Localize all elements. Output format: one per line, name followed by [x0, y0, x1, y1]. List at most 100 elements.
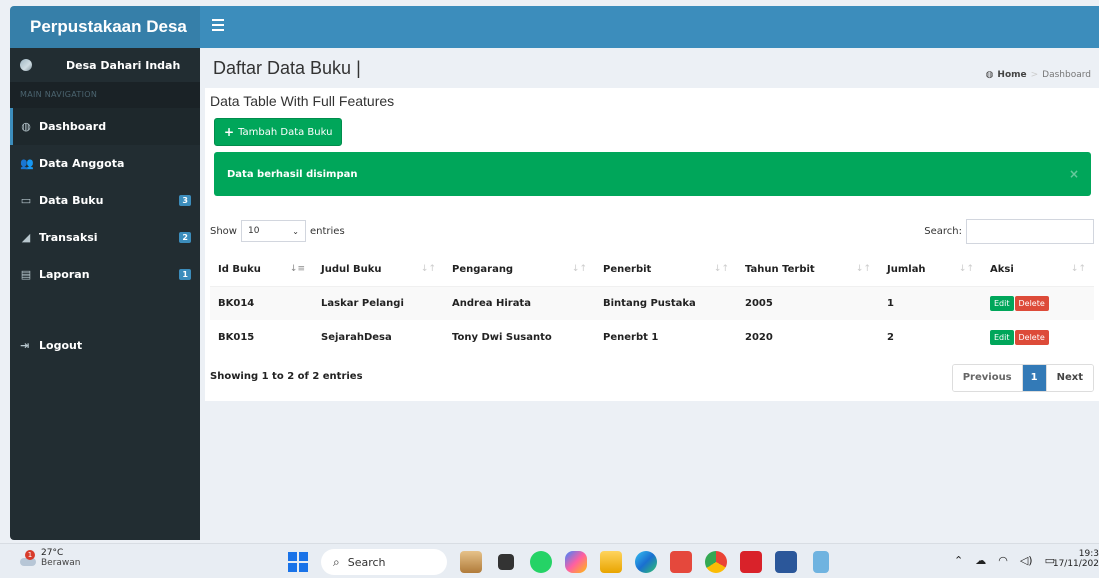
length-control: Show 10 ⌄ entries: [210, 220, 345, 242]
word-icon[interactable]: [775, 551, 797, 573]
copilot-icon[interactable]: [565, 551, 587, 573]
file-icon: ▤: [20, 268, 32, 281]
count-badge: 3: [179, 195, 191, 206]
weather-icon: 1: [20, 550, 36, 566]
nav-divider: [10, 293, 200, 327]
dashboard-icon: ◍: [985, 70, 994, 80]
plus-icon: +: [224, 125, 235, 139]
user-name: Desa Dahari Indah: [66, 58, 181, 72]
whatsapp-icon[interactable]: [530, 551, 552, 573]
sidebar-item-data-buku[interactable]: ▭ Data Buku 3: [10, 182, 200, 219]
taskbar-search[interactable]: ⌕ Search: [321, 549, 447, 575]
deer-app-icon[interactable]: [460, 551, 482, 573]
content-header: Daftar Data Buku | ◍ Home > Dashboard: [200, 48, 1099, 92]
column-header-tahun-terbit[interactable]: Tahun Terbit ↓↑: [737, 254, 879, 287]
cell-penerbit: Penerbt 1: [603, 331, 659, 343]
add-book-button[interactable]: + Tambah Data Buku: [214, 118, 343, 146]
sidebar: Desa Dahari Indah MAIN NAVIGATION ◍ Dash…: [10, 48, 200, 540]
close-icon[interactable]: ×: [1069, 167, 1079, 181]
cell-aksi: Edit Delete: [982, 320, 1094, 354]
weather-widget[interactable]: 1 27°C Berawan: [20, 548, 81, 568]
red-app-icon[interactable]: [740, 551, 762, 573]
logout-link[interactable]: ⇥ Logout: [10, 327, 200, 364]
top-navbar: [200, 6, 1099, 48]
sidebar-item-transaksi[interactable]: ◢ Transaksi 2: [10, 219, 200, 256]
search-input[interactable]: [966, 219, 1094, 244]
cell-pengarang: Tony Dwi Susanto: [452, 331, 552, 343]
office-icon[interactable]: [670, 551, 692, 573]
column-label: Penerbit: [603, 264, 652, 276]
cell-aksi: Edit Delete: [982, 286, 1094, 320]
delete-button[interactable]: Delete: [1014, 329, 1049, 345]
books-table: Id Buku ↓≡ Judul Buku ↓↑ Pengarang ↓↑ Pener…: [210, 254, 1094, 354]
windows-taskbar: 1 27°C Berawan ⌕ Search ⌃ ☁ ◠ ◁) ▭ 19:3 …: [0, 543, 1099, 578]
column-label: Judul Buku: [321, 264, 382, 276]
search-label: Search:: [924, 226, 962, 237]
next-page-button[interactable]: Next: [1045, 365, 1093, 391]
column-header-judul-buku[interactable]: Judul Buku ↓↑: [313, 254, 444, 287]
sidebar-item-dashboard[interactable]: ◍ Dashboard: [10, 108, 200, 145]
sidebar-item-label: Dashboard: [39, 120, 107, 133]
sidebar-item-laporan[interactable]: ▤ Laporan 1: [10, 256, 200, 293]
alert-message: Data berhasil disimpan: [227, 168, 358, 180]
column-label: Id Buku: [218, 264, 261, 276]
show-label: Show: [210, 225, 237, 237]
speaker-icon[interactable]: ◁): [1020, 554, 1033, 567]
entries-label: entries: [309, 225, 345, 237]
notepad-icon[interactable]: [813, 551, 829, 573]
file-explorer-icon[interactable]: [600, 551, 622, 573]
clock[interactable]: 19:3 17/11/202: [1053, 549, 1099, 569]
breadcrumb-home-link[interactable]: Home: [997, 70, 1026, 80]
breadcrumb: ◍ Home > Dashboard: [986, 70, 1091, 80]
cloud-icon[interactable]: ☁: [975, 554, 986, 567]
table-row: BK014 Laskar Pelangi Andrea Hirata Binta…: [210, 286, 1094, 320]
sidebar-toggle-icon[interactable]: [212, 19, 224, 33]
previous-page-button[interactable]: Previous: [952, 365, 1023, 391]
weather-badge: 1: [25, 550, 35, 560]
system-tray: ⌃ ☁ ◠ ◁) ▭: [954, 554, 1055, 567]
column-header-jumlah[interactable]: Jumlah ↓↑: [879, 254, 982, 287]
table-row: BK015 SejarahDesa Tony Dwi Susanto Pener…: [210, 320, 1094, 354]
sort-asc-icon: ↓≡: [289, 264, 305, 274]
column-header-penerbit[interactable]: Penerbit ↓↑: [595, 254, 737, 287]
column-label: Tahun Terbit: [745, 264, 815, 276]
breadcrumb-separator: >: [1030, 70, 1039, 80]
page-title: Daftar Data Buku |: [213, 58, 361, 78]
chevron-up-icon[interactable]: ⌃: [954, 554, 963, 567]
clock-time: 19:3: [1078, 549, 1099, 559]
chrome-icon[interactable]: [705, 551, 727, 573]
taskbar-apps: ⌕ Search: [288, 549, 832, 575]
count-badge: 1: [179, 269, 191, 280]
black-app-icon[interactable]: [498, 554, 514, 570]
sort-icon: ↓↑: [1070, 264, 1086, 274]
user-panel: Desa Dahari Indah: [10, 48, 200, 82]
column-label: Jumlah: [887, 264, 926, 276]
delete-button[interactable]: Delete: [1014, 295, 1049, 311]
temperature: 27°C: [41, 548, 64, 558]
column-header-id-buku[interactable]: Id Buku ↓≡: [210, 254, 313, 287]
column-header-aksi[interactable]: Aksi ↓↑: [982, 254, 1094, 287]
entries-select[interactable]: 10 ⌄: [240, 220, 306, 242]
sort-icon: ↓↑: [958, 264, 974, 274]
sort-icon: ↓↑: [855, 264, 871, 274]
column-label: Pengarang: [452, 264, 514, 276]
column-header-pengarang[interactable]: Pengarang ↓↑: [444, 254, 595, 287]
logout-label: Logout: [39, 339, 83, 352]
chevron-down-icon: ⌄: [292, 226, 299, 236]
sidebar-item-data-anggota[interactable]: 👥 Data Anggota: [10, 145, 200, 182]
cell-pengarang: Andrea Hirata: [444, 286, 595, 320]
sort-icon: ↓↑: [713, 264, 729, 274]
sidebar-item-label: Data Buku: [39, 194, 104, 207]
edge-icon[interactable]: [635, 551, 657, 573]
table-header-row: Id Buku ↓≡ Judul Buku ↓↑ Pengarang ↓↑ Pener…: [210, 254, 1094, 287]
cell-id: BK014: [210, 286, 313, 320]
edit-button[interactable]: Edit: [990, 329, 1014, 345]
start-button[interactable]: [288, 552, 308, 572]
edit-button[interactable]: Edit: [990, 295, 1014, 311]
wifi-icon[interactable]: ◠: [998, 554, 1008, 567]
weather-condition: Berawan: [41, 558, 81, 568]
search-icon: ⌕: [333, 554, 340, 569]
page-1-button[interactable]: 1: [1022, 365, 1046, 391]
brand-logo[interactable]: Perpustakaan Desa: [10, 6, 200, 48]
add-book-label: Tambah Data Buku: [238, 126, 333, 138]
